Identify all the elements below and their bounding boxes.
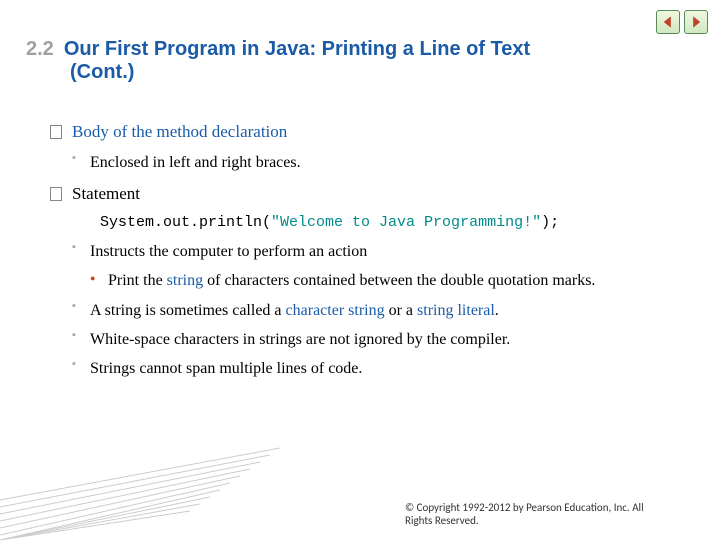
bullet-whitespace: White-space characters in strings are no… bbox=[72, 328, 680, 351]
bullet-statement: Statement bbox=[50, 182, 680, 207]
bullet-instructs: Instructs the computer to perform an act… bbox=[72, 240, 680, 263]
keyword-string: string bbox=[167, 272, 203, 289]
code-pre: System.out.println( bbox=[100, 214, 271, 231]
text-print-a: Print the bbox=[108, 272, 167, 289]
code-line: System.out.println("Welcome to Java Prog… bbox=[72, 212, 680, 234]
bullet-string-names: A string is sometimes called a character… bbox=[72, 299, 680, 322]
bullet-span-lines: Strings cannot span multiple lines of co… bbox=[72, 357, 680, 380]
text-names-c: . bbox=[495, 302, 499, 319]
decorative-lines bbox=[0, 445, 280, 540]
keyword-string-literal: string literal bbox=[417, 302, 495, 319]
nav-buttons bbox=[656, 10, 708, 34]
nav-prev-icon bbox=[661, 15, 675, 29]
bullet-body-declaration: Body of the method declaration bbox=[50, 120, 680, 145]
text-print-b: of characters contained between the doub… bbox=[203, 272, 595, 289]
copyright-text: © Copyright 1992-2012 by Pearson Educati… bbox=[405, 501, 665, 529]
nav-next-icon bbox=[689, 15, 703, 29]
bullet-print-string: Print the string of characters contained… bbox=[90, 269, 680, 292]
nav-next-button[interactable] bbox=[684, 10, 708, 34]
text-names-a: A string is sometimes called a bbox=[90, 302, 286, 319]
section-number: 2.2 bbox=[26, 38, 54, 60]
section-title-line2: (Cont.) bbox=[70, 61, 134, 83]
section-title-line1: Our First Program in Java: Printing a Li… bbox=[64, 38, 530, 60]
slide-content: Body of the method declaration Enclosed … bbox=[50, 120, 680, 386]
code-post: ); bbox=[541, 214, 559, 231]
bullet-braces: Enclosed in left and right braces. bbox=[72, 151, 680, 174]
keyword-character-string: character string bbox=[286, 302, 385, 319]
text-names-b: or a bbox=[385, 302, 417, 319]
nav-prev-button[interactable] bbox=[656, 10, 680, 34]
slide-title: 2.2 Our First Program in Java: Printing a… bbox=[26, 38, 690, 84]
code-string-literal: "Welcome to Java Programming!" bbox=[271, 214, 541, 231]
